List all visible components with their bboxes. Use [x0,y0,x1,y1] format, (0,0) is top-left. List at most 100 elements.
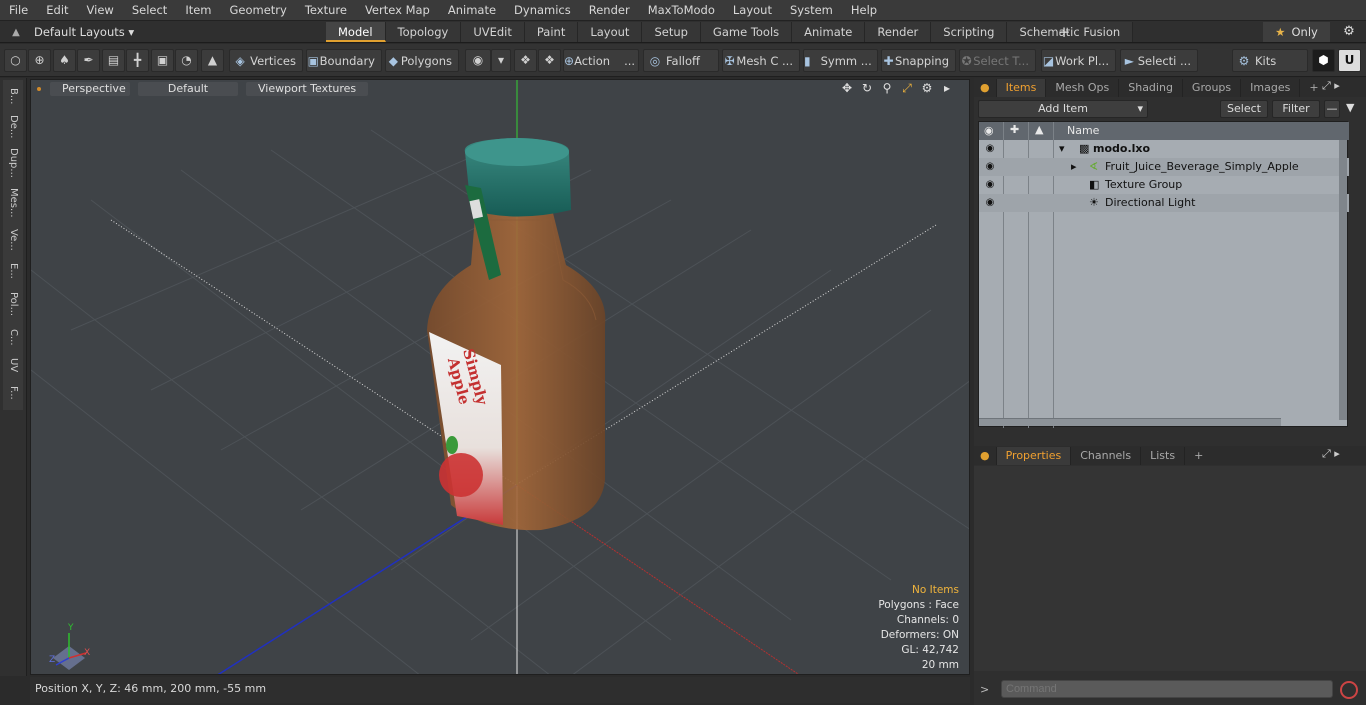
menu-geometry[interactable]: Geometry [221,0,296,21]
vtab-vertex[interactable]: Ve... [3,225,23,255]
3d-viewport[interactable]: Simply Apple Y X Z Perspective Default V… [30,79,970,675]
tab-animate[interactable]: Animate [792,22,866,42]
menu-layout[interactable]: Layout [724,0,781,21]
align-icon[interactable]: ▤ [102,49,125,72]
command-input[interactable] [1001,680,1333,698]
unreal-icon[interactable]: U [1338,49,1361,72]
collapse-icon[interactable]: — [1324,100,1340,118]
expand-arrow-icon[interactable]: ▸ [1071,158,1077,176]
tab-shading[interactable]: Shading [1119,79,1183,97]
boundary-button[interactable]: ▣ Boundary [306,49,382,72]
tab-topology[interactable]: Topology [385,22,462,42]
vtab-duplicate[interactable]: Dup... [3,145,23,181]
name-column-header[interactable]: Name [1067,124,1099,137]
select-through-button[interactable]: ✪ Select T... [959,49,1036,72]
add-tab-plus-icon[interactable]: + [1057,22,1071,42]
symmetry-button[interactable]: ▮ Symm ... [803,49,878,72]
viewport-textures-button[interactable]: Viewport Textures [246,82,369,96]
panel-menu-dot-icon[interactable]: ● [974,79,997,97]
snapping-button[interactable]: ✚ Snapping [881,49,956,72]
tab-items[interactable]: Items [996,79,1047,97]
viewport-gear-icon[interactable]: ⚙ [917,81,937,96]
visibility-eye-icon[interactable]: ◉ [983,140,997,158]
panel-menu-dot-icon[interactable]: ● [974,447,997,465]
vtab-curve[interactable]: C... [3,324,23,350]
filter-button[interactable]: Filter [1272,100,1320,118]
menu-dynamics[interactable]: Dynamics [505,0,580,21]
zoom-view-icon[interactable]: ⚲ [877,81,897,96]
menu-edit[interactable]: Edit [37,0,77,21]
tab-images[interactable]: Images [1241,79,1301,97]
globe-icon[interactable]: ⊕ [28,49,51,72]
add-panel-tab-plus-icon[interactable]: + [1185,447,1212,465]
record-icon[interactable] [1340,681,1358,699]
menu-view[interactable]: View [78,0,123,21]
gear-icon[interactable]: ⚙ [1338,22,1360,42]
viewport-menu-dot-icon[interactable] [37,87,41,91]
unity-icon[interactable]: ⬢ [1312,49,1335,72]
tab-channels[interactable]: Channels [1071,447,1142,465]
vtab-edge[interactable]: E... [3,258,23,284]
view-type-button[interactable]: Perspective [50,82,130,96]
menu-animate[interactable]: Animate [439,0,505,21]
circle-select-icon[interactable]: ○ [4,49,27,72]
shield-mesh-icon[interactable]: ▲ [201,49,224,72]
filter-funnel-icon[interactable]: ▼ [1346,101,1354,114]
chevron-down-icon[interactable]: ▾ [491,49,511,72]
tab-groups[interactable]: Groups [1183,79,1242,97]
only-toggle[interactable]: ★ Only [1263,22,1330,42]
tab-render[interactable]: Render [865,22,932,42]
center-icon[interactable]: ╋ [126,49,149,72]
panel-expand-icon[interactable]: ⤢ ▸ [1322,447,1340,461]
selection-sets-button[interactable]: ► Selecti ... [1120,49,1198,72]
shading-mode-button[interactable]: Default [138,82,238,96]
visibility-eye-icon[interactable]: ◉ [983,158,997,176]
vtab-deform[interactable]: De... [3,112,23,142]
work-plane-button[interactable]: ◪ Work Pl... [1041,49,1116,72]
move-view-icon[interactable]: ✥ [837,81,857,96]
expand-arrow-icon[interactable]: ▾ [1059,140,1065,158]
layouts-dropdown[interactable]: ▲ Default Layouts ▾ [6,23,134,41]
maximize-view-icon[interactable]: ⤢ [897,81,917,96]
menu-help[interactable]: Help [842,0,886,21]
tab-mesh-ops[interactable]: Mesh Ops [1046,79,1120,97]
rotate-icon[interactable]: ◔ [175,49,198,72]
tab-game-tools[interactable]: Game Tools [700,22,793,42]
brush-icon[interactable]: ✒ [77,49,100,72]
vertices-button[interactable]: ◈ Vertices [229,49,303,72]
panel-expand-icon[interactable]: ⤢ ▸ [1322,79,1340,93]
vtab-polygon[interactable]: Pol... [3,287,23,321]
list-item[interactable]: ◉ ◧ Texture Group [979,176,1349,194]
polygons-button[interactable]: ◆ Polygons [385,49,459,72]
tab-model[interactable]: Model [326,22,386,42]
vertical-scrollbar[interactable] [1339,140,1347,420]
tab-lists[interactable]: Lists [1141,447,1186,465]
menu-render[interactable]: Render [580,0,639,21]
item-mode-icon[interactable]: ◉ [465,49,491,72]
horizontal-scrollbar[interactable] [979,418,1281,426]
menu-maxtomodo[interactable]: MaxToModo [639,0,724,21]
select-button[interactable]: Select [1220,100,1268,118]
snap-element-icon[interactable]: ❖ [538,49,561,72]
viewport-expand-icon[interactable]: ▸ [937,81,957,96]
tab-uvedit[interactable]: UVEdit [461,22,525,42]
frame-icon[interactable]: ▣ [151,49,174,72]
tab-setup[interactable]: Setup [642,22,701,42]
menu-file[interactable]: File [0,0,37,21]
menu-item[interactable]: Item [176,0,220,21]
add-item-dropdown[interactable]: Add Item ▾ [978,100,1148,118]
vtab-fusion[interactable]: F... [3,379,23,407]
falloff-button[interactable]: ◎ Falloff [643,49,719,72]
visibility-eye-icon[interactable]: ◉ [983,194,997,212]
list-item[interactable]: ◉ ☀ Directional Light [979,194,1349,212]
list-item[interactable]: ◉ ▾ ▩ modo.lxo [979,140,1349,158]
menu-system[interactable]: System [781,0,842,21]
collapse-up-icon[interactable]: ▲ [6,27,26,38]
mesh-constraint-button[interactable]: ✠ Mesh C ... [722,49,800,72]
tab-paint[interactable]: Paint [524,22,579,42]
menu-select[interactable]: Select [123,0,176,21]
vtab-basic[interactable]: B... [3,82,23,110]
rotate-view-icon[interactable]: ↻ [857,81,877,96]
list-item[interactable]: ◉ ▸ ∢ Fruit_Juice_Beverage_Simply_Apple [979,158,1349,176]
vtab-mesh-edit[interactable]: Mes... [3,184,23,222]
